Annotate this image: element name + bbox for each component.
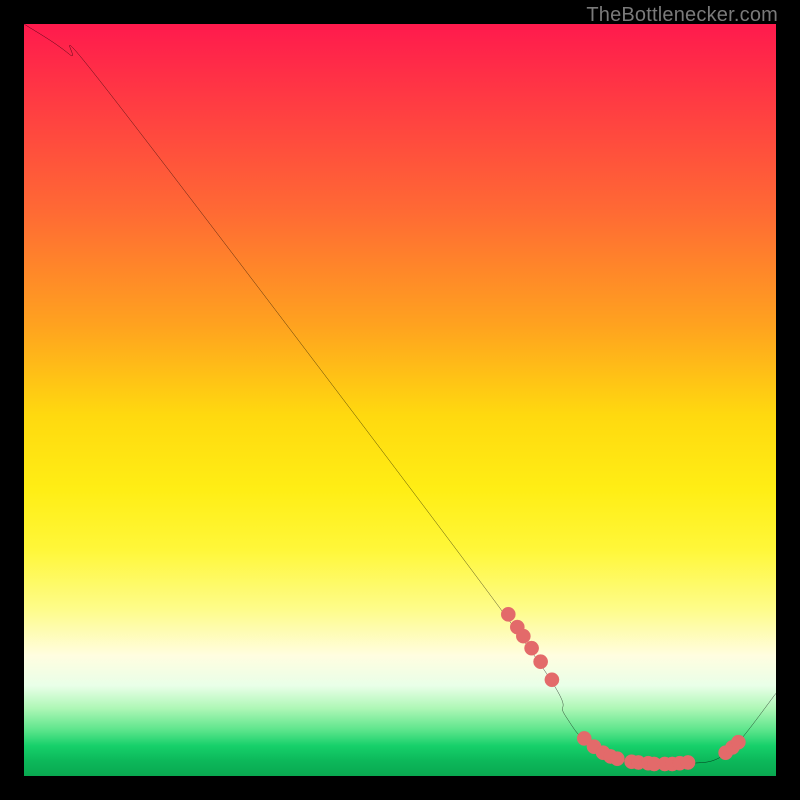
data-marker: [516, 629, 530, 643]
data-marker: [533, 655, 547, 669]
curve-layer: [24, 24, 776, 764]
chart-svg: [24, 24, 776, 776]
data-marker: [501, 607, 515, 621]
data-marker: [545, 673, 559, 687]
watermark-text: TheBottlenecker.com: [586, 4, 778, 27]
plot-area: [24, 24, 776, 776]
data-marker: [524, 641, 538, 655]
chart-frame: TheBottlenecker.com: [0, 0, 800, 800]
markers-layer: [501, 607, 745, 771]
main-curve: [24, 24, 776, 764]
data-marker: [731, 735, 745, 749]
data-marker: [681, 755, 695, 769]
data-marker: [610, 752, 624, 766]
